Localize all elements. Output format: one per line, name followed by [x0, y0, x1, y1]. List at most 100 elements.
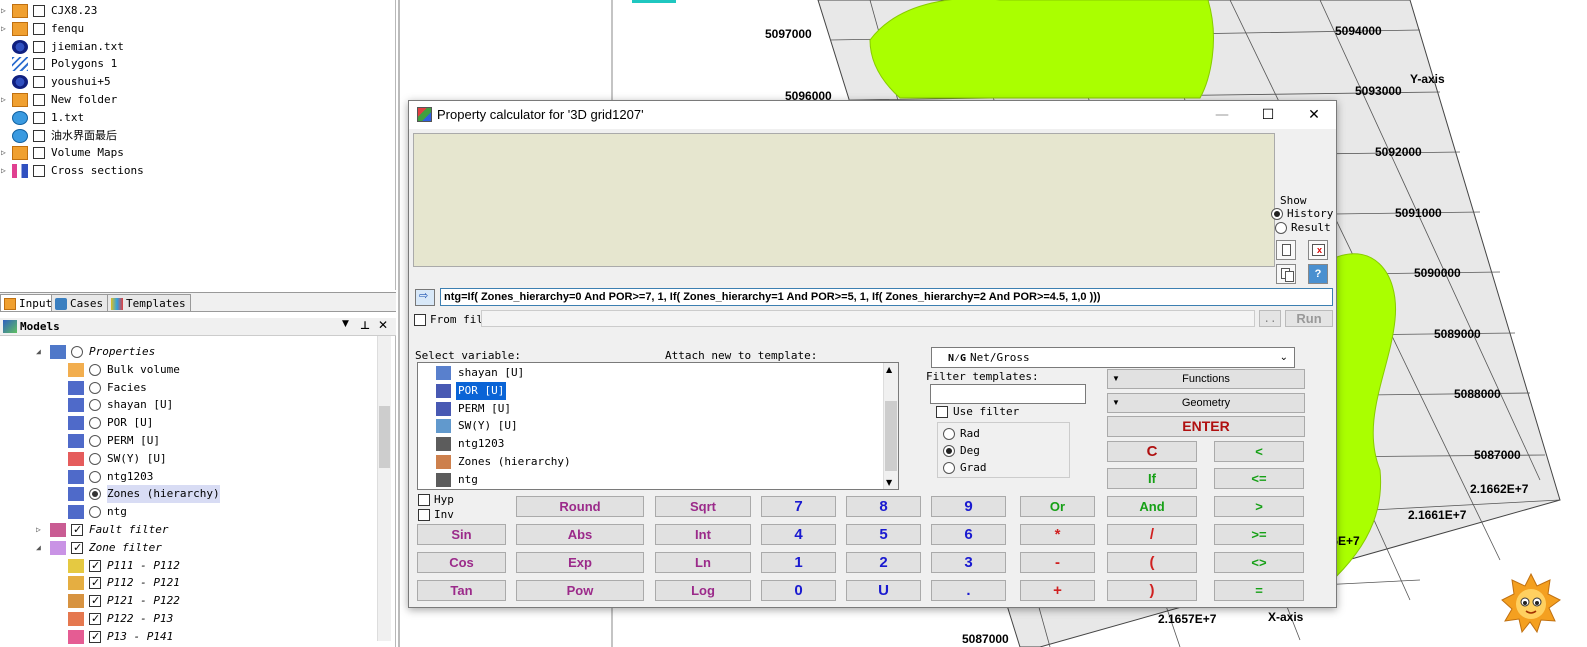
clear-button[interactable]: C — [1107, 441, 1197, 462]
copy-icon[interactable] — [1276, 264, 1296, 284]
filter-checkbox[interactable] — [89, 574, 101, 592]
plus-button[interactable]: + — [1020, 580, 1095, 601]
expand-arrow-icon[interactable]: ▷ — [1, 91, 9, 109]
minimize-icon[interactable]: — — [1199, 101, 1245, 129]
clear-history-icon[interactable]: x — [1308, 240, 1328, 260]
models-tree-item[interactable]: shayan [U] — [0, 396, 378, 414]
close-icon[interactable]: ✕ — [378, 318, 388, 332]
visibility-checkbox[interactable] — [33, 40, 45, 53]
models-tree-item[interactable]: P13 - P141 — [0, 628, 378, 646]
tan-button[interactable]: Tan — [417, 580, 506, 601]
input-tree-item[interactable]: youshui+5 — [0, 73, 396, 91]
from-file-checkbox[interactable] — [414, 314, 426, 326]
digit-7-button[interactable]: 7 — [761, 496, 836, 517]
visibility-checkbox[interactable] — [33, 22, 45, 35]
visibility-checkbox[interactable] — [33, 111, 45, 124]
tab-templates[interactable]: Templates — [107, 294, 191, 312]
input-tree-item[interactable]: ▷ Volume Maps — [0, 144, 396, 162]
display-radio[interactable] — [89, 470, 101, 483]
digit-3-button[interactable]: 3 — [931, 552, 1006, 573]
scroll-down-icon[interactable]: ▼ — [886, 478, 892, 487]
display-radio[interactable] — [89, 417, 101, 430]
sin-button[interactable]: Sin — [417, 524, 506, 545]
divide-button[interactable]: / — [1107, 524, 1197, 545]
display-radio[interactable] — [89, 363, 101, 376]
display-radio[interactable] — [89, 381, 101, 394]
expand-arrow-icon[interactable]: ◢ — [36, 539, 44, 557]
cos-button[interactable]: Cos — [417, 552, 506, 573]
minus-button[interactable]: - — [1020, 552, 1095, 573]
models-tree-item[interactable]: ◢ Properties — [0, 343, 378, 361]
dropdown-arrow-icon[interactable]: ▼ — [342, 319, 349, 329]
display-radio[interactable] — [89, 435, 101, 447]
models-tree-item[interactable]: P111 - P112 — [0, 557, 378, 575]
scrollbar-thumb[interactable] — [379, 406, 390, 468]
visibility-checkbox[interactable] — [33, 58, 45, 71]
grad-radio[interactable] — [943, 462, 955, 474]
expand-arrow-icon[interactable]: ▷ — [1, 162, 9, 180]
variable-list[interactable]: shayan [U] POR [U] PERM [U] SW(Y) [U] ntg120… — [417, 362, 899, 490]
expand-arrow-icon[interactable]: ◢ — [36, 343, 44, 361]
filter-templates-input[interactable] — [930, 384, 1086, 404]
abs-button[interactable]: Abs — [516, 524, 644, 545]
scrollbar-thumb[interactable] — [885, 401, 897, 471]
digit-5-button[interactable]: 5 — [846, 524, 921, 545]
expand-arrow-icon[interactable]: ▷ — [1, 144, 9, 162]
models-tree-item[interactable]: Bulk volume — [0, 361, 378, 379]
display-radio[interactable] — [89, 452, 101, 465]
history-output-area[interactable] — [413, 133, 1275, 267]
if-button[interactable]: If — [1107, 468, 1197, 489]
filter-checkbox[interactable] — [89, 610, 101, 628]
digit-1-button[interactable]: 1 — [761, 552, 836, 573]
hyp-checkbox[interactable] — [418, 494, 430, 506]
geometry-expander[interactable]: Geometry — [1107, 393, 1305, 413]
round-button[interactable]: Round — [516, 496, 644, 517]
int-button[interactable]: Int — [655, 524, 751, 545]
display-radio[interactable] — [89, 488, 101, 501]
models-tree-item[interactable]: ▷ Fault filter — [0, 521, 378, 539]
not-equal-button[interactable]: <> — [1214, 552, 1304, 573]
input-tree-item[interactable]: ▷ New folder — [0, 91, 396, 109]
less-than-button[interactable]: < — [1214, 441, 1304, 462]
digit-8-button[interactable]: 8 — [846, 496, 921, 517]
show-result-radio[interactable] — [1275, 222, 1287, 234]
scroll-up-icon[interactable]: ▲ — [886, 365, 892, 374]
display-radio[interactable] — [71, 346, 83, 358]
greater-than-button[interactable]: > — [1214, 496, 1304, 517]
display-radio[interactable] — [89, 399, 101, 412]
equals-button[interactable]: = — [1214, 580, 1304, 601]
filter-checkbox[interactable] — [89, 592, 101, 610]
show-history-radio[interactable] — [1271, 208, 1283, 220]
display-radio[interactable] — [89, 506, 101, 519]
input-tree-item[interactable]: 1.txt — [0, 109, 396, 127]
mascot-sun-icon[interactable] — [1500, 572, 1562, 634]
greater-equal-button[interactable]: >= — [1214, 524, 1304, 545]
deg-radio[interactable] — [943, 445, 955, 457]
tab-cases[interactable]: Cases — [51, 294, 109, 312]
formula-input[interactable]: ntg=If( Zones_hierarchy=0 And POR>=7, 1,… — [440, 288, 1333, 306]
help-icon[interactable]: ? — [1308, 264, 1328, 284]
variable-list-scrollbar[interactable]: ▲ ▼ — [883, 363, 898, 489]
dialog-titlebar[interactable]: Property calculator for '3D grid1207' — … — [409, 101, 1336, 129]
close-icon[interactable]: ✕ — [1291, 101, 1337, 129]
visibility-checkbox[interactable] — [33, 5, 45, 17]
functions-expander[interactable]: Functions — [1107, 369, 1305, 389]
filter-checkbox[interactable] — [71, 539, 83, 557]
exp-button[interactable]: Exp — [516, 552, 644, 573]
sqrt-button[interactable]: Sqrt — [655, 496, 751, 517]
ln-button[interactable]: Ln — [655, 552, 751, 573]
models-tree-item[interactable]: ntg1203 — [0, 468, 378, 486]
input-tree-item[interactable]: jiemian.txt — [0, 38, 396, 56]
visibility-checkbox[interactable] — [33, 147, 45, 160]
input-tree-item[interactable]: 油水界面最后 — [0, 127, 396, 145]
models-tree-item[interactable]: P112 - P121 — [0, 574, 378, 592]
visibility-checkbox[interactable] — [33, 76, 45, 89]
template-dropdown[interactable]: N⁄G Net/Gross ⌄ — [931, 347, 1295, 368]
left-paren-button[interactable]: ( — [1107, 552, 1197, 573]
execute-arrow-icon[interactable]: ⇨ — [415, 289, 435, 306]
undefined-button[interactable]: U — [846, 580, 921, 601]
tab-input[interactable]: Input — [0, 294, 58, 312]
browse-button[interactable]: .. — [1259, 310, 1281, 327]
models-tree-item[interactable]: Facies — [0, 379, 378, 397]
digit-2-button[interactable]: 2 — [846, 552, 921, 573]
